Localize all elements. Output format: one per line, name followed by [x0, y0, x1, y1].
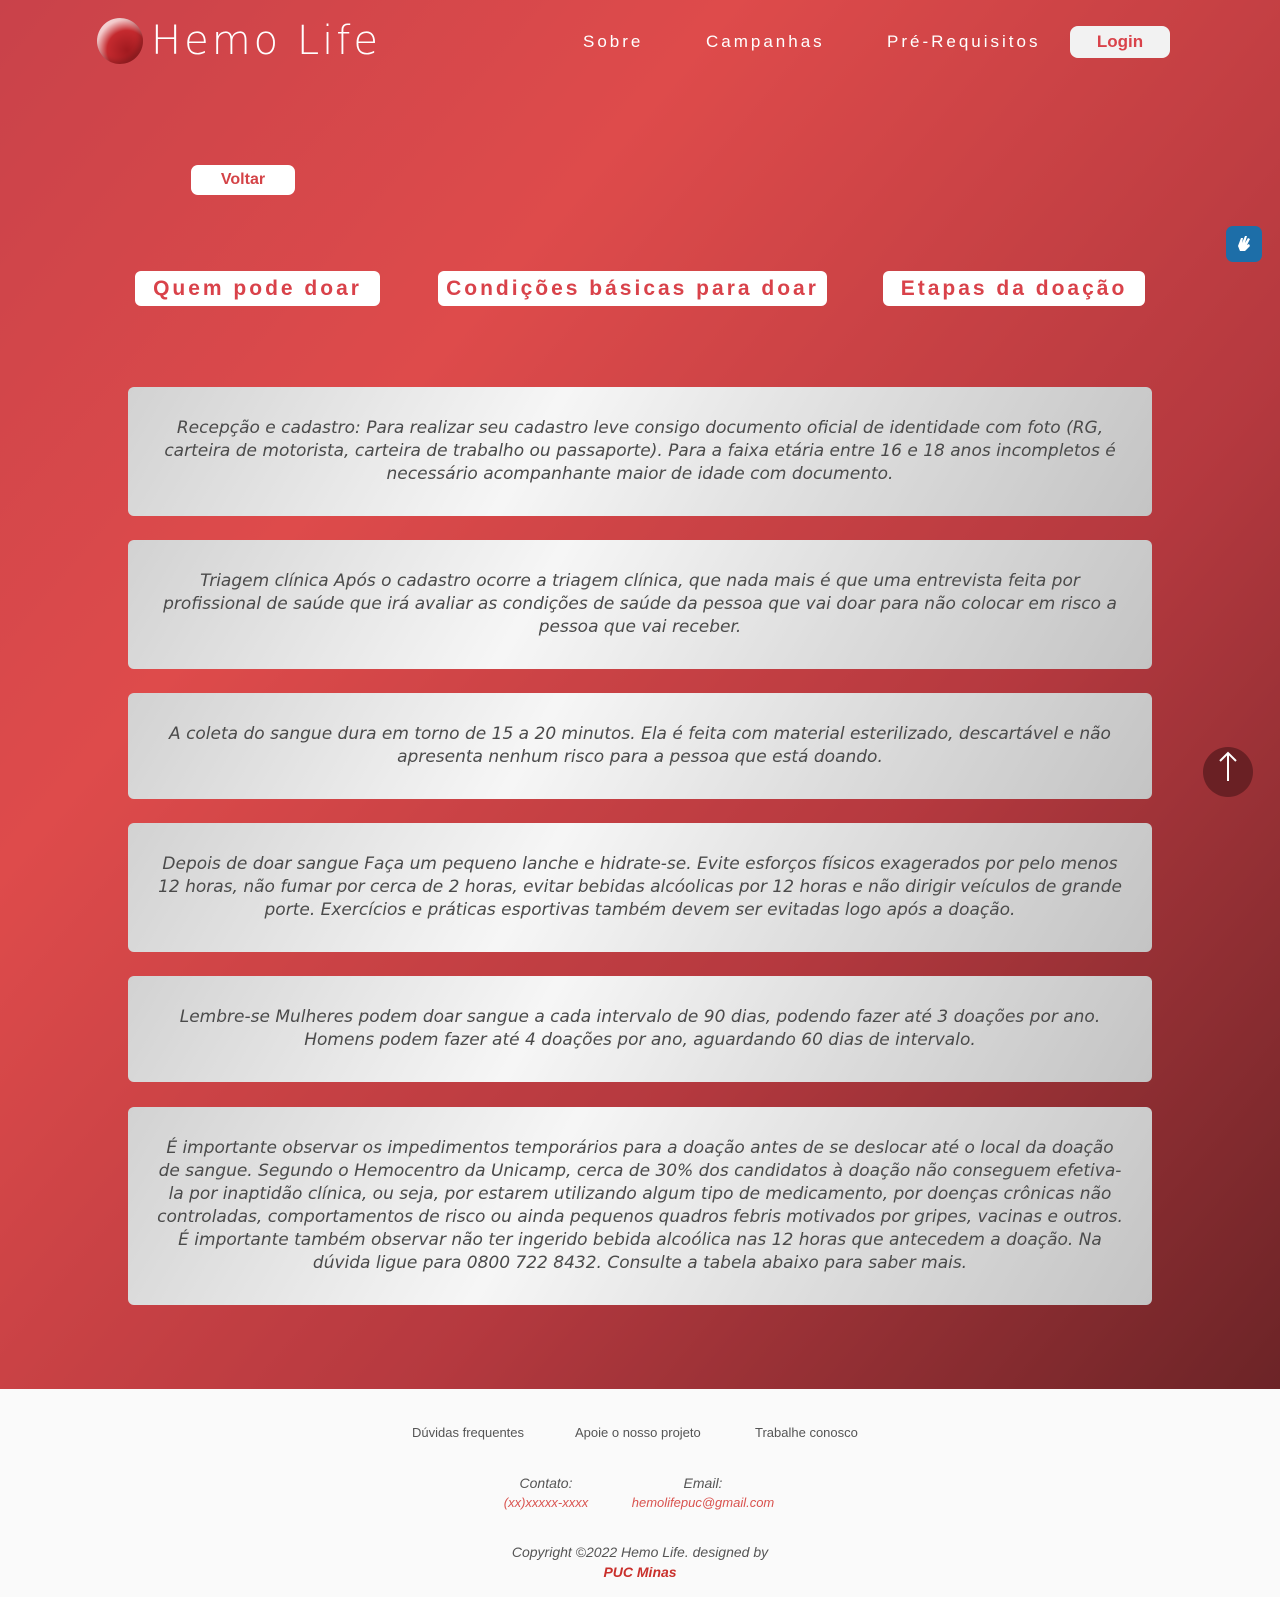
- copyright-text: Copyright ©2022 Hemo Life. designed by: [511, 1544, 769, 1560]
- info-card-triagem: Triagem clínica Após o cadastro ocorre a…: [128, 540, 1152, 669]
- card-text: Lembre-se Mulheres podem doar sangue a c…: [179, 1007, 1101, 1050]
- info-card-coleta: A coleta do sangue dura em torno de 15 a…: [128, 693, 1152, 799]
- card-text: Triagem clínica Após o cadastro ocorre a…: [163, 571, 1117, 637]
- nav-link-pre-requisitos[interactable]: Pré-Requisitos: [887, 32, 1041, 52]
- card-text: É importante observar os impedimentos te…: [157, 1138, 1123, 1273]
- contact-phone[interactable]: (xx)xxxxx-xxxx: [494, 1495, 598, 1510]
- designer-link[interactable]: PUC Minas: [0, 1564, 1280, 1580]
- email-link[interactable]: hemolifepuc@gmail.com: [618, 1495, 788, 1510]
- info-card-cadastro: Recepção e cadastro: Para realizar seu c…: [128, 387, 1152, 516]
- footer-contact: Contato: (xx)xxxxx-xxxx: [494, 1475, 598, 1510]
- footer-link-trabalhe[interactable]: Trabalhe conosco: [755, 1425, 858, 1440]
- footer-link-duvidas[interactable]: Dúvidas frequentes: [412, 1425, 524, 1440]
- arrow-up-icon[interactable]: [1203, 747, 1253, 797]
- card-text: Recepção e cadastro: Para realizar seu c…: [164, 418, 1116, 484]
- info-card-impedimentos: É importante observar os impedimentos te…: [128, 1107, 1152, 1305]
- card-text: Depois de doar sangue Faça um pequeno la…: [158, 854, 1122, 920]
- sign-language-glyph: [1238, 236, 1250, 251]
- copyright: Copyright ©2022 Hemo Life. designed by P…: [0, 1544, 1280, 1580]
- tab-quem-pode-doar[interactable]: Quem pode doar: [135, 271, 380, 306]
- nav-link-campanhas[interactable]: Campanhas: [706, 32, 825, 52]
- info-card-lembre-se: Lembre-se Mulheres podem doar sangue a c…: [128, 976, 1152, 1082]
- footer-email: Email: hemolifepuc@gmail.com: [618, 1475, 788, 1510]
- back-button[interactable]: Voltar: [191, 165, 295, 195]
- footer-link-apoie[interactable]: Apoie o nosso projeto: [575, 1425, 701, 1440]
- arrow-up-glyph: [1219, 751, 1237, 781]
- tab-condicoes-basicas[interactable]: Condições básicas para doar: [438, 271, 827, 306]
- login-button[interactable]: Login: [1070, 26, 1170, 58]
- tab-etapas-doacao[interactable]: Etapas da doação: [883, 271, 1145, 306]
- email-label: Email:: [683, 1475, 723, 1491]
- sign-language-hands-icon[interactable]: [1226, 226, 1262, 262]
- footer: Dúvidas frequentes Apoie o nosso projeto…: [0, 1389, 1280, 1597]
- main-nav: Sobre Campanhas Pré-Requisitos Login: [0, 26, 1280, 58]
- info-card-depois-doar: Depois de doar sangue Faça um pequeno la…: [128, 823, 1152, 952]
- contact-label: Contato:: [519, 1475, 573, 1491]
- hero-section: Hemo Life Sobre Campanhas Pré-Requisitos…: [0, 0, 1280, 1389]
- card-text: A coleta do sangue dura em torno de 15 a…: [169, 724, 1111, 767]
- nav-link-sobre[interactable]: Sobre: [583, 32, 643, 52]
